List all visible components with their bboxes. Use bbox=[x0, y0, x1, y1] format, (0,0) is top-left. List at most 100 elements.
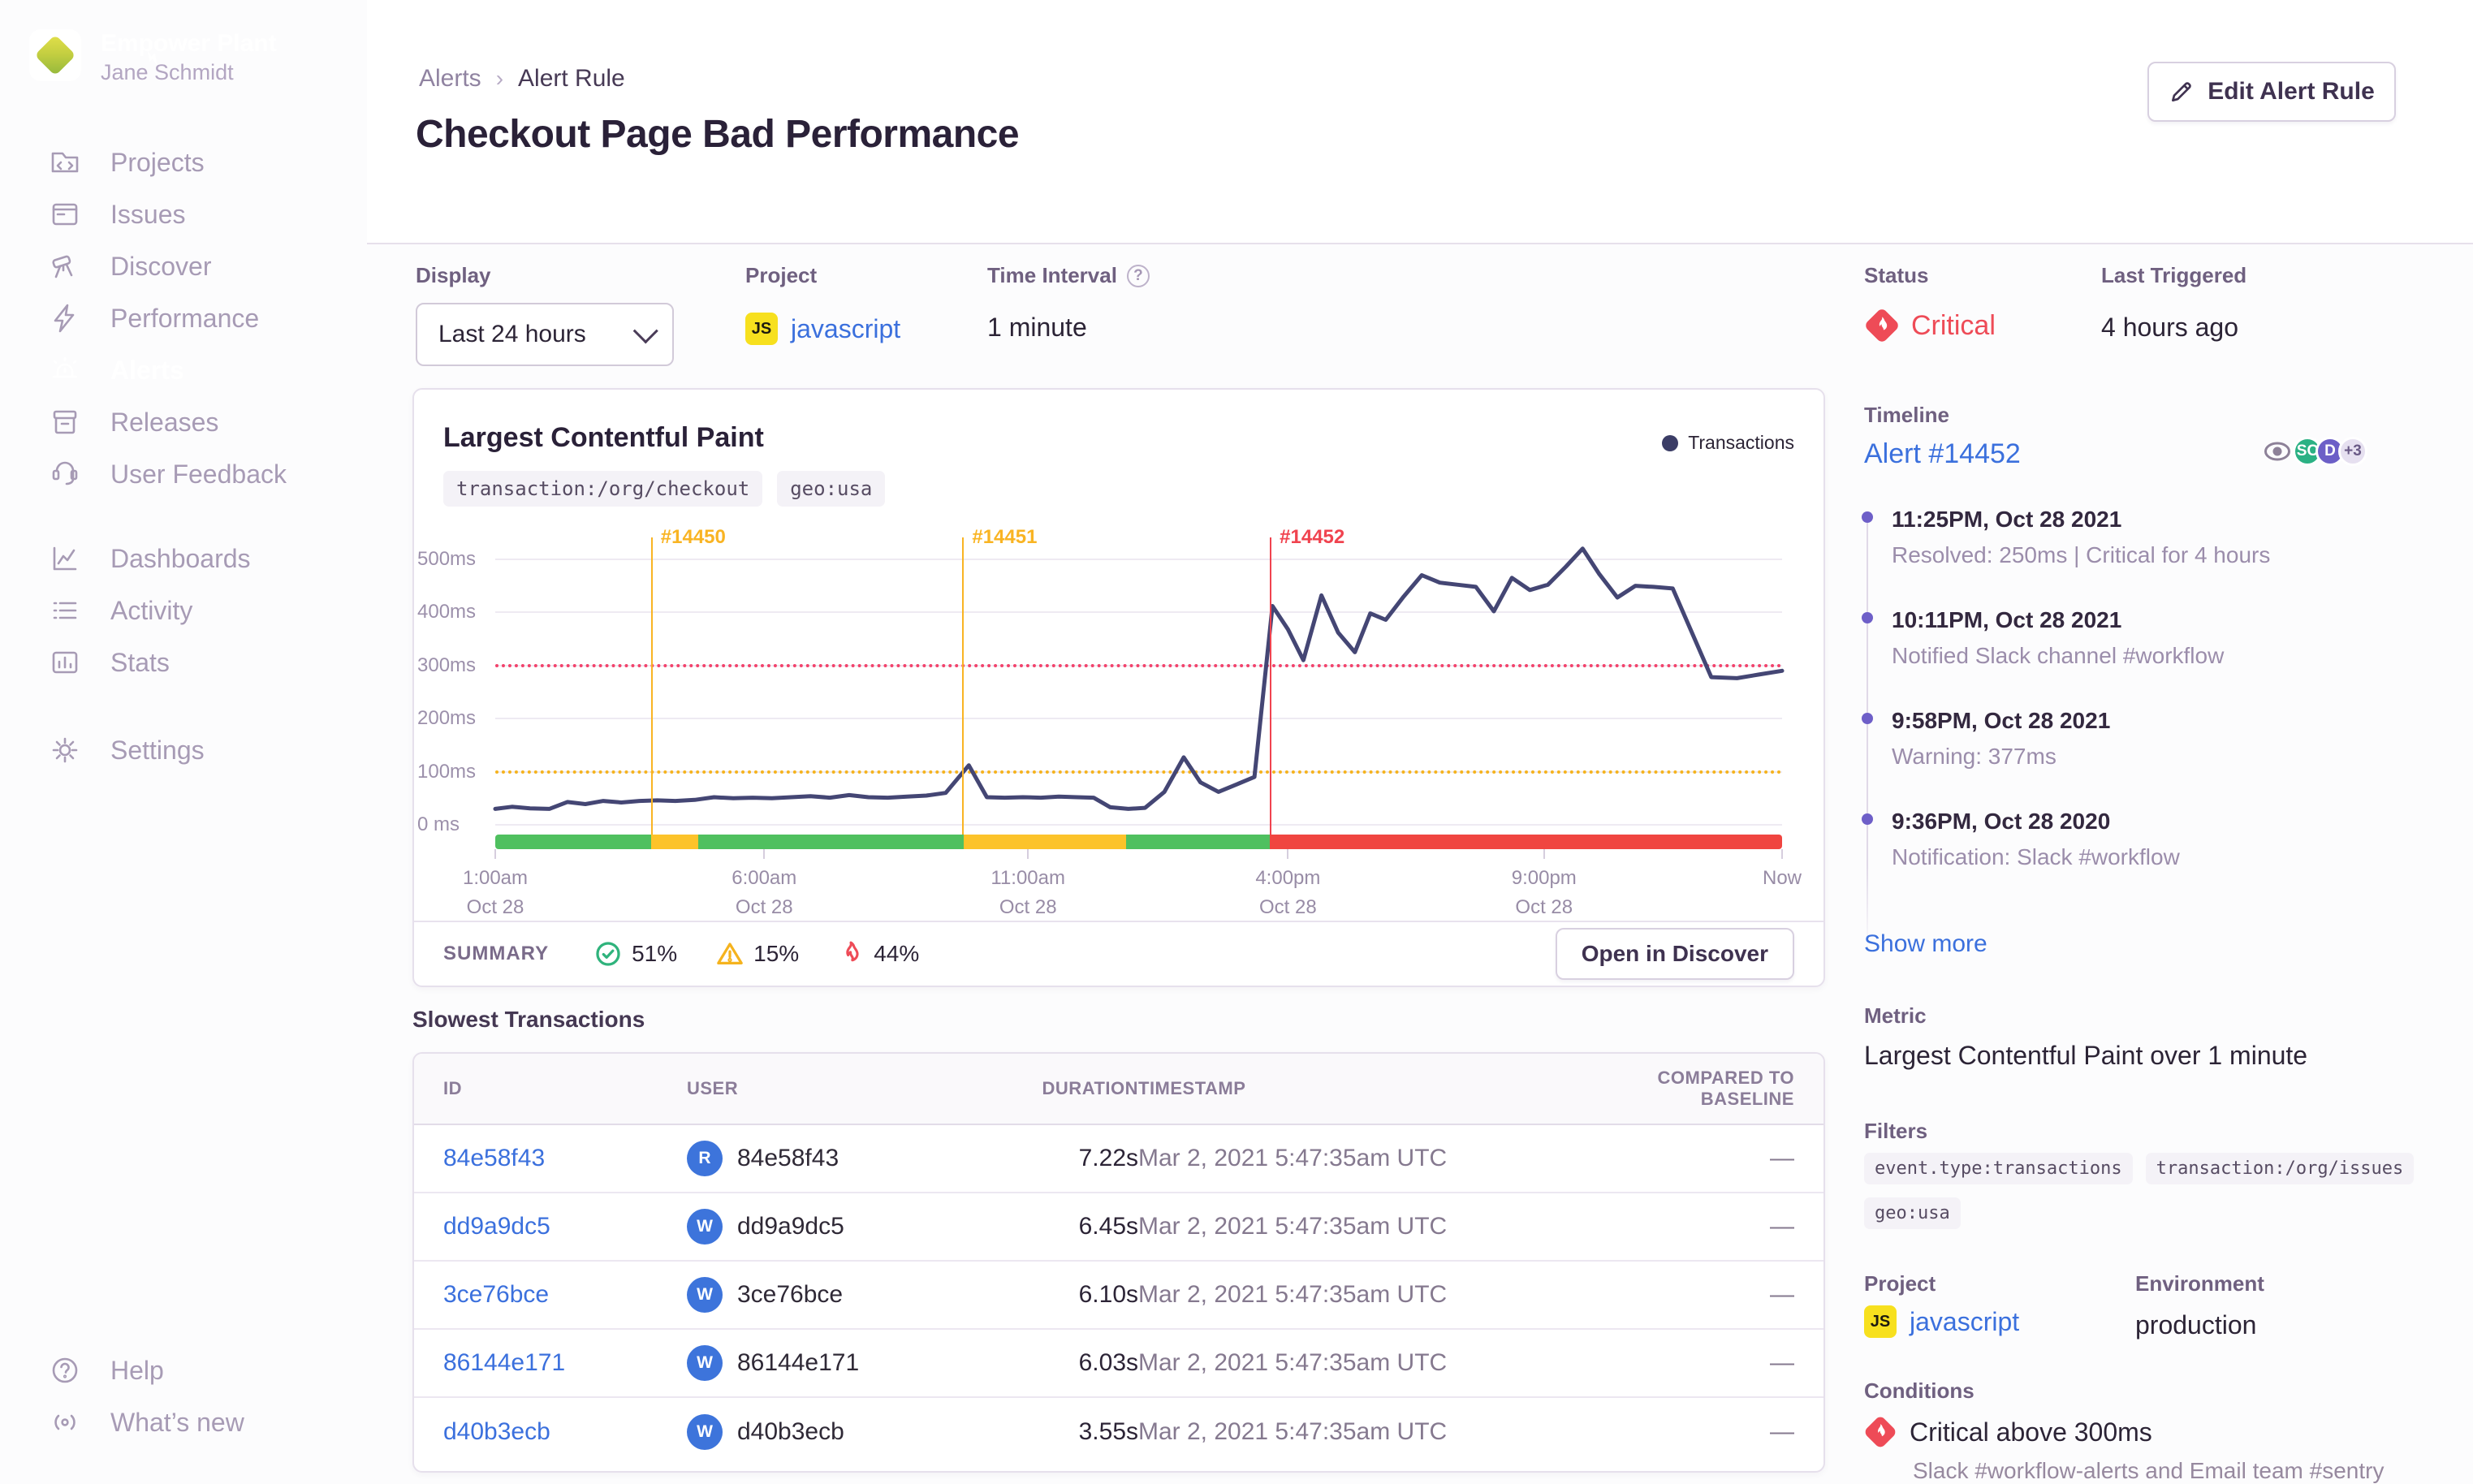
last-triggered-block: Last Triggered 4 hours ago bbox=[2101, 263, 2246, 343]
pencil-icon bbox=[2172, 82, 2191, 101]
issues-icon bbox=[47, 196, 83, 232]
timeline-dot-icon bbox=[1862, 612, 1873, 623]
nav-settings: Settings bbox=[0, 724, 367, 776]
check-circle-icon bbox=[594, 940, 622, 968]
y-axis-tick-label: 300ms bbox=[417, 654, 477, 676]
sidebar-item-label: Discover bbox=[110, 251, 212, 281]
chart-title: Largest Contentful Paint bbox=[443, 422, 764, 453]
metric-label: Metric bbox=[1864, 1003, 1927, 1028]
summary-item: 44% bbox=[838, 940, 919, 968]
releases-icon bbox=[47, 404, 83, 440]
page-title: Checkout Page Bad Performance bbox=[416, 113, 1020, 156]
org-switcher[interactable]: Empower Plant Jane Schmidt bbox=[29, 29, 277, 86]
display-select[interactable]: Last 24 hours bbox=[416, 303, 674, 366]
sidebar-item-alerts[interactable]: Alerts bbox=[0, 344, 367, 396]
header-divider bbox=[367, 243, 2473, 244]
chart-status-bar bbox=[495, 835, 1782, 849]
sidebar-item-releases[interactable]: Releases bbox=[0, 396, 367, 448]
sidebar-item-issues[interactable]: Issues bbox=[0, 188, 367, 240]
chart-plot: 0 ms 100ms 200ms 300ms 400ms 500ms bbox=[417, 511, 1785, 835]
timestamp-cell: Mar 2, 2021 5:47:35am UTC bbox=[1138, 1213, 1448, 1240]
sidebar-item-what-s-new[interactable]: What’s new bbox=[0, 1396, 367, 1448]
nav-secondary: Dashboards Activity Stats bbox=[0, 533, 367, 688]
filters-label: Filters bbox=[1864, 1119, 1928, 1143]
settings-icon bbox=[47, 732, 83, 768]
activity-icon bbox=[47, 593, 83, 628]
panel-project-link[interactable]: javascript bbox=[1910, 1307, 2019, 1337]
breadcrumb-alert-rule: Alert Rule bbox=[518, 65, 625, 92]
open-in-discover-button[interactable]: Open in Discover bbox=[1555, 928, 1794, 980]
project-link[interactable]: javascript bbox=[791, 314, 900, 344]
transaction-id-link[interactable]: 86144e171 bbox=[443, 1349, 565, 1376]
timeline-line bbox=[1867, 523, 1868, 951]
summary-item: 51% bbox=[594, 940, 677, 968]
table-row: 86144e171 W 86144e171 6.03s Mar 2, 2021 5:47… bbox=[414, 1330, 1823, 1398]
chevron-down-icon bbox=[632, 318, 658, 344]
overflow-avatar-badge[interactable]: +3 bbox=[2338, 437, 2367, 466]
transaction-id-link[interactable]: 84e58f43 bbox=[443, 1145, 545, 1171]
sidebar-item-stats[interactable]: Stats bbox=[0, 636, 367, 688]
timeline-label: Timeline bbox=[1864, 403, 1950, 427]
timeline-entry-description: Notified Slack channel #workflow bbox=[1892, 643, 2225, 668]
display-select-value: Last 24 hours bbox=[438, 321, 586, 347]
help-icon bbox=[47, 1352, 83, 1388]
timeline-entry-time: 11:25PM, Oct 28 2021 bbox=[1892, 507, 2122, 532]
table-row: 84e58f43 R 84e58f43 7.22s Mar 2, 2021 5:47:3… bbox=[414, 1125, 1823, 1193]
summary-percent: 15% bbox=[753, 941, 800, 966]
show-more-link[interactable]: Show more bbox=[1864, 930, 1987, 958]
transaction-id-link[interactable]: dd9a9dc5 bbox=[443, 1213, 550, 1240]
conditions-label: Conditions bbox=[1864, 1378, 1975, 1403]
baseline-cell: — bbox=[1770, 1418, 1794, 1445]
baseline-cell: — bbox=[1770, 1213, 1794, 1240]
summary-item: 15% bbox=[716, 940, 799, 968]
sidebar-item-performance[interactable]: Performance bbox=[0, 292, 367, 344]
user-avatar: W bbox=[687, 1277, 723, 1313]
sidebar-item-help[interactable]: Help bbox=[0, 1344, 367, 1396]
display-label: Display bbox=[416, 263, 491, 287]
breadcrumb-alerts[interactable]: Alerts bbox=[419, 65, 481, 93]
filter-tag: event.type:transactions bbox=[1864, 1153, 2133, 1184]
sidebar-item-discover[interactable]: Discover bbox=[0, 240, 367, 292]
nav-footer: Help What’s new bbox=[0, 1344, 367, 1448]
edit-alert-rule-button[interactable]: Edit Alert Rule bbox=[2147, 62, 2396, 122]
sidebar-item-projects[interactable]: Projects bbox=[0, 136, 367, 188]
sidebar-item-settings[interactable]: Settings bbox=[0, 724, 367, 776]
time-interval-label: Time Interval bbox=[987, 263, 1117, 287]
duration-cell: 6.03s bbox=[1078, 1349, 1138, 1376]
sidebar-item-activity[interactable]: Activity bbox=[0, 585, 367, 636]
alert-number-link[interactable]: Alert #14452 bbox=[1864, 438, 2021, 470]
x-axis-date-label: Oct 28 bbox=[1515, 896, 1573, 918]
panel-project-value: JS javascript bbox=[1864, 1305, 2019, 1338]
user-name: 86144e171 bbox=[737, 1349, 860, 1376]
column-header-user: USER bbox=[687, 1078, 739, 1098]
status-bar-segment bbox=[963, 835, 1126, 849]
help-circle-icon[interactable]: ? bbox=[1126, 264, 1150, 287]
status-bar-segment bbox=[698, 835, 964, 849]
column-header-duration: DURATION bbox=[1042, 1078, 1138, 1098]
sidebar-item-label: Performance bbox=[110, 303, 260, 333]
transactions-table: ID USER DURATION TIMESTAMP COMPARED TO BASEL… bbox=[412, 1052, 1825, 1473]
performance-icon bbox=[47, 300, 83, 336]
x-axis-date-label: Oct 28 bbox=[1259, 896, 1317, 918]
x-axis-tick-label: 9:00pm bbox=[1511, 867, 1577, 889]
chart-filter-tag: transaction:/org/checkout bbox=[443, 471, 763, 507]
sidebar-item-label: Releases bbox=[110, 407, 219, 437]
transaction-id-link[interactable]: d40b3ecb bbox=[443, 1418, 550, 1445]
environment-value: production bbox=[2135, 1310, 2257, 1339]
table-row: dd9a9dc5 Wdd9a9dc5 6.45s Mar 2, 2021 5:47:3… bbox=[414, 1193, 1823, 1262]
x-tickmark bbox=[763, 849, 766, 859]
time-interval-value: 1 minute bbox=[987, 313, 1087, 342]
nav-primary: Projects Issues Discover Performance Alerts R… bbox=[0, 136, 367, 500]
filter-tag: transaction:/org/issues bbox=[2145, 1153, 2415, 1184]
flame-diamond-icon bbox=[1862, 1414, 1898, 1450]
sidebar-item-user-feedback[interactable]: User Feedback bbox=[0, 448, 367, 500]
flame-diamond-icon bbox=[1863, 307, 1901, 344]
slowest-transactions-title: Slowest Transactions bbox=[412, 1007, 645, 1032]
breadcrumb-separator-icon: › bbox=[495, 66, 504, 91]
sidebar-item-dashboards[interactable]: Dashboards bbox=[0, 533, 367, 585]
user-name: d40b3ecb bbox=[737, 1418, 844, 1445]
timeline-entry-description: Resolved: 250ms | Critical for 4 hours bbox=[1892, 542, 2271, 567]
transaction-id-link[interactable]: 3ce76bce bbox=[443, 1281, 549, 1308]
eye-icon[interactable] bbox=[2264, 442, 2291, 461]
javascript-platform-icon: JS bbox=[745, 313, 778, 345]
